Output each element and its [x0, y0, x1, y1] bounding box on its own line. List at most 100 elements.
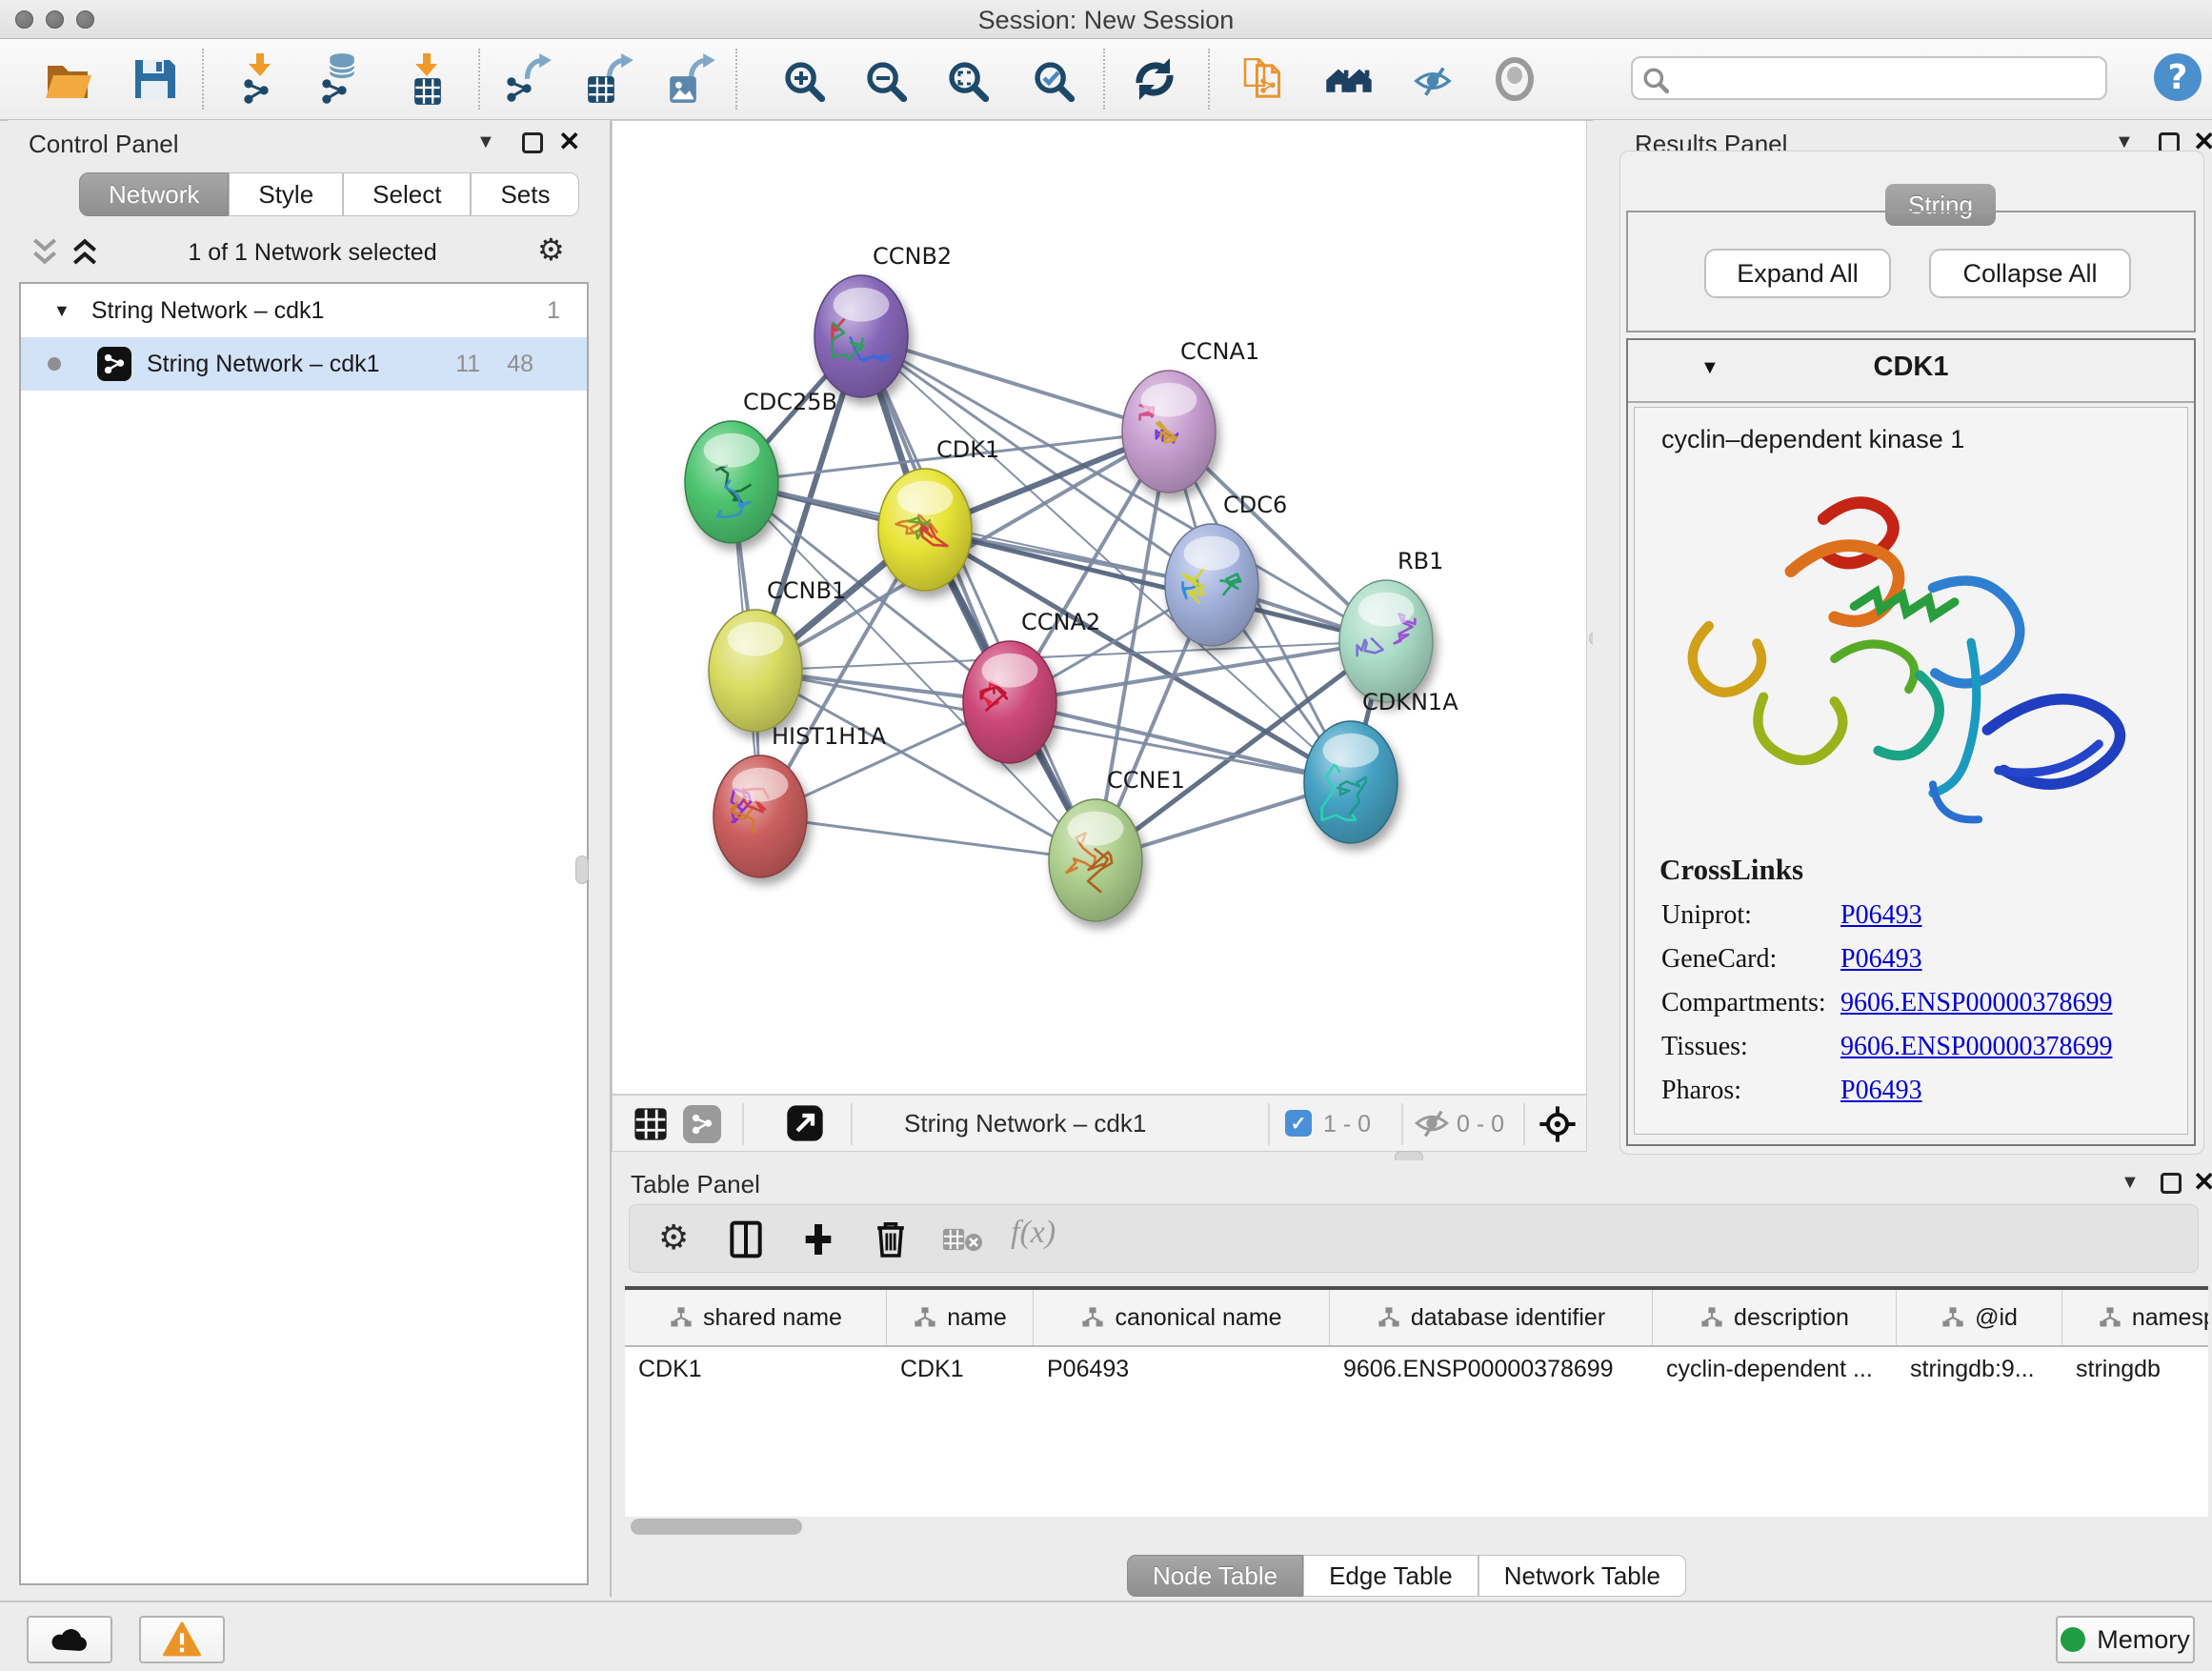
collection-caret-icon[interactable]: ▼ — [53, 301, 70, 321]
expand-all-button[interactable]: Expand All — [1704, 249, 1891, 298]
save-session-icon[interactable] — [128, 52, 181, 106]
column-header-name[interactable]: name — [887, 1290, 1034, 1345]
network-node-CCNA2[interactable]: CCNA2 — [963, 609, 1100, 763]
refresh-icon[interactable] — [1128, 52, 1181, 106]
export-network-icon[interactable] — [501, 52, 554, 106]
column-header-shared-name[interactable]: shared name — [625, 1290, 887, 1345]
show-columns-icon[interactable] — [729, 1220, 763, 1263]
network-row-selected[interactable]: String Network – cdk1 11 48 — [21, 337, 587, 391]
table-cell[interactable]: 9606.ENSP00000378699 — [1330, 1356, 1653, 1383]
tab-node-table[interactable]: Node Table — [1127, 1555, 1303, 1597]
results-panel-close-icon[interactable]: ✕ — [2193, 131, 2212, 152]
node-label-HIST1H1A: HIST1H1A — [772, 723, 887, 750]
network-edge[interactable] — [760, 816, 1096, 860]
warning-button[interactable] — [139, 1616, 225, 1663]
birdseye-crosshair-icon[interactable] — [1538, 1105, 1577, 1148]
crosslink-row: Compartments:9606.ENSP00000378699 — [1661, 988, 2187, 1018]
tab-network[interactable]: Network — [79, 172, 229, 216]
column-header-description[interactable]: description — [1653, 1290, 1897, 1345]
collapse-all-button[interactable]: Collapse All — [1929, 249, 2131, 298]
tab-select[interactable]: Select — [343, 172, 471, 216]
table-horizontal-scrollbar[interactable] — [631, 1519, 802, 1535]
table-cell[interactable]: CDK1 — [887, 1356, 1034, 1383]
control-panel-maximize-icon[interactable] — [522, 132, 543, 153]
import-network-database-icon[interactable] — [314, 52, 368, 106]
zoom-fit-icon[interactable] — [939, 52, 993, 106]
selected-checkbox-icon[interactable]: ✓ — [1285, 1110, 1312, 1137]
export-table-icon[interactable] — [583, 52, 636, 106]
zoom-in-icon[interactable] — [775, 52, 829, 106]
homes-icon[interactable] — [1322, 52, 1376, 106]
network-node-CCNA1[interactable]: CCNA1 — [1122, 338, 1259, 493]
help-icon[interactable]: ? — [2151, 50, 2204, 104]
column-type-icon — [669, 1305, 694, 1330]
column-type-icon — [2098, 1305, 2122, 1330]
table-row[interactable]: CDK1CDK1P064939606.ENSP00000378699cyclin… — [625, 1347, 2208, 1391]
memory-button[interactable]: Memory — [2056, 1616, 2195, 1663]
table-cell[interactable]: stringdb:9... — [1897, 1356, 2062, 1383]
network-node-HIST1H1A[interactable]: HIST1H1A — [714, 723, 887, 877]
network-collection-row[interactable]: ▼ String Network – cdk1 1 — [21, 284, 587, 337]
cdk1-section-header[interactable]: ▼ CDK1 — [1628, 340, 2194, 403]
column-header-namespace[interactable]: namespace — [2062, 1290, 2208, 1345]
show-grid-icon[interactable] — [633, 1107, 668, 1146]
column-header-canonical-name[interactable]: canonical name — [1034, 1290, 1330, 1345]
network-edge[interactable] — [861, 336, 1096, 860]
column-header-database-identifier[interactable]: database identifier — [1330, 1290, 1653, 1345]
control-panel-close-icon[interactable]: ✕ — [558, 131, 580, 152]
vertical-splitter-handle[interactable] — [575, 856, 589, 884]
open-session-icon[interactable] — [42, 52, 95, 106]
node-gloss — [982, 654, 1038, 688]
network-node-CDKN1A[interactable]: CDKN1A — [1304, 689, 1458, 843]
table-cell[interactable]: cyclin-dependent ... — [1653, 1356, 1897, 1383]
network-node-RB1[interactable]: RB1 — [1339, 548, 1443, 702]
expand-all-networks-icon[interactable] — [70, 236, 103, 265]
network-canvas[interactable]: CCNB2CCNA1CDC25BCDK1CDC6RB1CCNB1CCNA2CDK… — [612, 120, 1587, 1095]
import-table-icon[interactable] — [400, 52, 453, 106]
hidden-eye-icon[interactable] — [1415, 1109, 1449, 1142]
crosslink-link[interactable]: P06493 — [1840, 1076, 1922, 1106]
crosslink-link[interactable]: 9606.ENSP00000378699 — [1840, 988, 2112, 1018]
table-panel-float-icon[interactable]: ▼ — [2121, 1172, 2140, 1194]
hide-eye-icon[interactable] — [1406, 52, 1459, 106]
table-panel-maximize-icon[interactable] — [2161, 1173, 2182, 1194]
tab-network-table[interactable]: Network Table — [1478, 1555, 1686, 1597]
collapse-all-networks-icon[interactable] — [30, 236, 63, 265]
node-gloss — [897, 481, 954, 515]
tab-style[interactable]: Style — [229, 172, 343, 216]
search-input[interactable] — [1631, 56, 2107, 100]
tab-sets[interactable]: Sets — [471, 172, 579, 216]
crosslink-link[interactable]: P06493 — [1840, 900, 1922, 931]
function-builder-icon[interactable]: f(x) — [1011, 1215, 1056, 1251]
table-cell[interactable]: P06493 — [1034, 1356, 1330, 1383]
import-network-icon[interactable] — [234, 52, 288, 106]
network-node-CCNB2[interactable]: CCNB2 — [814, 243, 952, 397]
detach-view-icon[interactable] — [786, 1104, 824, 1147]
add-column-icon[interactable] — [801, 1220, 835, 1263]
share-document-icon[interactable] — [1238, 52, 1292, 106]
table-panel-close-icon[interactable]: ✕ — [2193, 1172, 2212, 1193]
network-share-icon[interactable] — [683, 1105, 721, 1143]
zoom-out-icon[interactable] — [857, 52, 911, 106]
export-image-icon[interactable] — [665, 52, 718, 106]
network-node-CDC25B[interactable]: CDC25B — [685, 389, 837, 543]
zoom-selected-icon[interactable] — [1025, 52, 1078, 106]
table-cell[interactable]: stringdb — [2062, 1356, 2208, 1383]
tab-edge-table[interactable]: Edge Table — [1303, 1555, 1478, 1597]
network-options-gear-icon[interactable]: ⚙ — [537, 234, 565, 265]
crosslink-link[interactable]: P06493 — [1840, 944, 1922, 975]
network-node-CCNE1[interactable]: CCNE1 — [1049, 767, 1185, 921]
control-panel-float-icon[interactable]: ▼ — [476, 131, 495, 153]
table-cell[interactable]: CDK1 — [625, 1356, 887, 1383]
svg-text:?: ? — [2168, 58, 2188, 97]
network-node-CDK1[interactable]: CDK1 — [878, 436, 999, 591]
memory-label: Memory — [2097, 1625, 2190, 1655]
column-header-id[interactable]: @id — [1897, 1290, 2062, 1345]
results-panel: Results Panel ▼ ✕ String Expand All Coll… — [1593, 120, 2212, 1160]
eye-disabled-icon[interactable] — [1488, 52, 1541, 106]
delete-column-icon[interactable] — [874, 1218, 908, 1263]
delete-table-icon[interactable] — [942, 1226, 984, 1259]
crosslink-link[interactable]: 9606.ENSP00000378699 — [1840, 1032, 2112, 1062]
table-options-gear-icon[interactable]: ⚙ — [658, 1220, 689, 1255]
cloud-button[interactable] — [27, 1616, 112, 1663]
